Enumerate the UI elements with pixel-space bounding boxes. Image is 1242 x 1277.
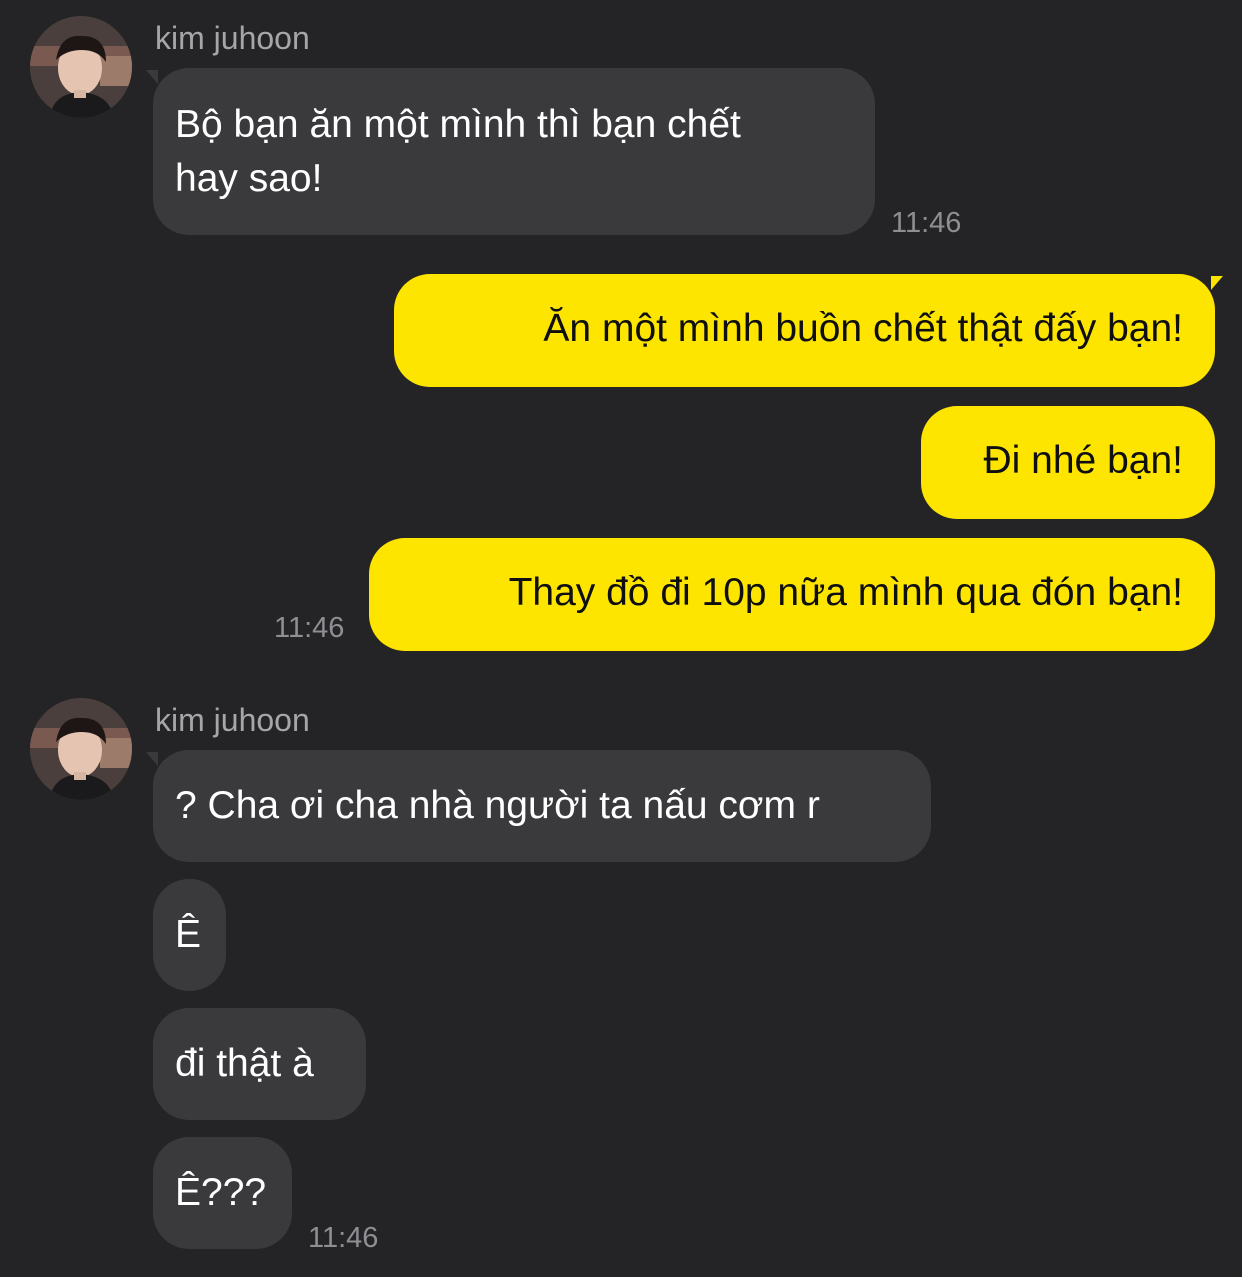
sender-name: kim juhoon [155, 20, 310, 56]
message-timestamp: 11:46 [891, 207, 962, 239]
message-timestamp: 11:46 [308, 1222, 379, 1254]
message-bubble-outgoing[interactable]: Thay đồ đi 10p nữa mình qua đón bạn! [369, 538, 1215, 651]
message-bubble-outgoing[interactable]: Đi nhé bạn! [921, 406, 1215, 519]
message-text: đi thật à [175, 1042, 314, 1085]
message-text: Ăn một mình buồn chết thật đấy bạn! [543, 307, 1183, 350]
avatar-photo-icon [30, 16, 132, 118]
message-bubble-incoming[interactable]: Ê [153, 879, 226, 991]
bubble-tail [146, 752, 158, 766]
message-timestamp: 11:46 [274, 612, 345, 644]
message-text: Thay đồ đi 10p nữa mình qua đón bạn! [508, 571, 1183, 614]
avatar[interactable] [30, 16, 132, 118]
message-bubble-incoming[interactable]: Bộ bạn ăn một mình thì bạn chết hay sao! [153, 68, 875, 235]
message-bubble-incoming[interactable]: Ê??? [153, 1137, 292, 1249]
message-bubble-outgoing[interactable]: Ăn một mình buồn chết thật đấy bạn! [394, 274, 1215, 387]
message-text: Ê [175, 913, 202, 956]
sender-name: kim juhoon [155, 702, 310, 738]
message-text: Bộ bạn ăn một mình thì bạn chết [175, 103, 741, 146]
bubble-tail [1211, 276, 1223, 290]
message-text: ? Cha ơi cha nhà người ta nấu cơm r [175, 784, 820, 827]
avatar[interactable] [30, 698, 132, 800]
bubble-tail [146, 70, 158, 84]
message-text: hay sao! [175, 157, 323, 200]
message-text: Đi nhé bạn! [983, 439, 1183, 482]
message-text: Ê??? [175, 1171, 267, 1214]
message-bubble-incoming[interactable]: đi thật à [153, 1008, 366, 1120]
avatar-photo-icon [30, 698, 132, 800]
message-bubble-incoming[interactable]: ? Cha ơi cha nhà người ta nấu cơm r [153, 750, 931, 862]
